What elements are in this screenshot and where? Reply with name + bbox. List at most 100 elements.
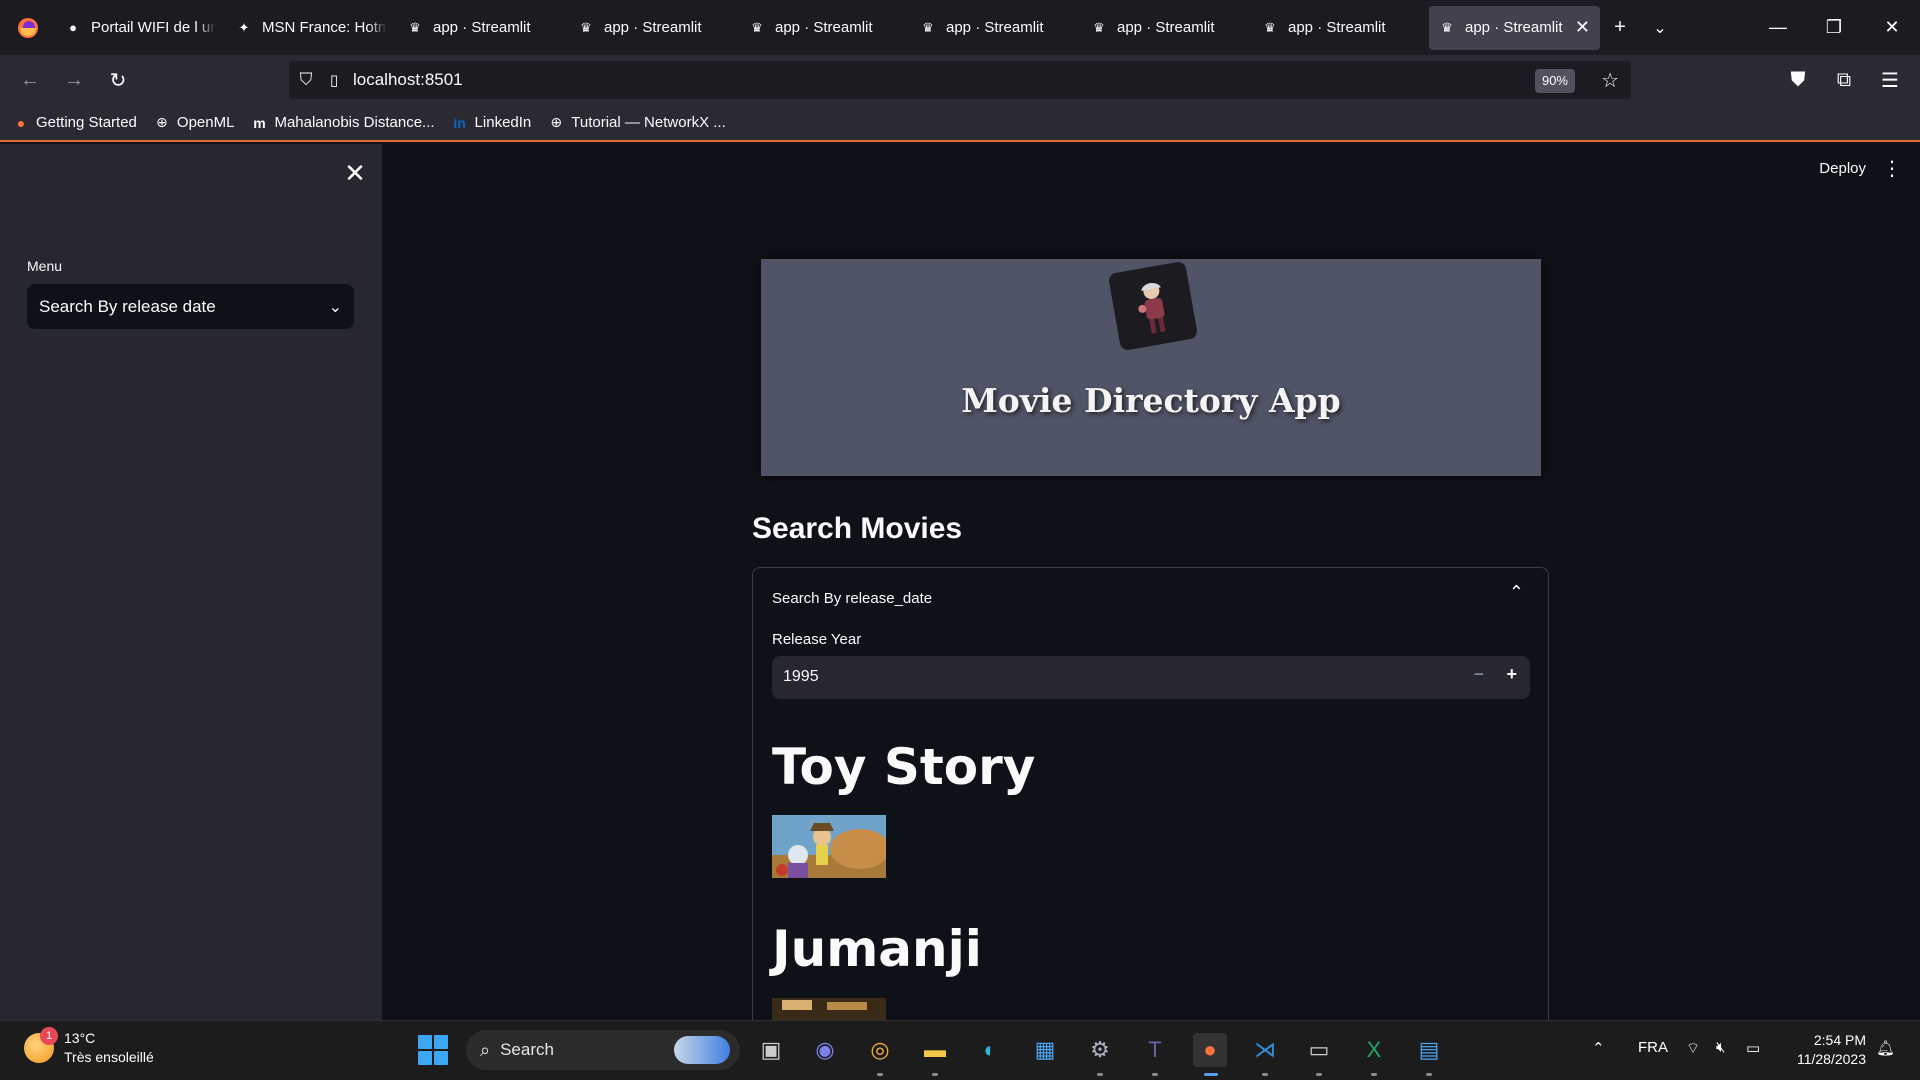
settings-gear-icon[interactable]: ⚙ xyxy=(1083,1033,1117,1067)
search-expander: Search By release_date ⌃ Release Year 19… xyxy=(752,567,1549,1037)
streamlit-icon: ♛ xyxy=(409,19,421,35)
browser-tab-bar: ●Portail WIFI de l universite ✦MSN Franc… xyxy=(0,0,1920,55)
firefox-taskbar-icon[interactable]: ● xyxy=(1193,1033,1227,1067)
close-window-icon[interactable]: ✕ xyxy=(1864,0,1920,55)
file-explorer-icon[interactable]: ▬ xyxy=(918,1033,952,1067)
minimize-icon[interactable]: — xyxy=(1750,0,1806,55)
medium-icon: m xyxy=(253,114,266,131)
vscode-icon[interactable]: ⋊ xyxy=(1248,1033,1282,1067)
shield-icon[interactable]: ⛉ xyxy=(289,70,323,90)
weather-widget[interactable]: 1 13°C Très ensoleillé xyxy=(24,1027,154,1067)
language-indicator[interactable]: FRA xyxy=(1638,1039,1668,1056)
deploy-button[interactable]: Deploy xyxy=(1819,160,1866,177)
restore-icon[interactable]: ❐ xyxy=(1806,0,1862,55)
bookmark-star-icon[interactable]: ☆ xyxy=(1601,68,1619,93)
excel-icon[interactable]: X xyxy=(1357,1033,1391,1067)
extensions-icon[interactable]: ⧉ xyxy=(1822,58,1866,102)
meet-icon[interactable]: ◉ xyxy=(808,1033,842,1067)
terminal-icon[interactable]: ▭ xyxy=(1302,1033,1336,1067)
bookmark-openml[interactable]: ⊕ OpenML xyxy=(153,114,234,132)
menu-select-value: Search By release date xyxy=(39,296,216,316)
tab-streamlit[interactable]: ♛ app · Streamlit xyxy=(910,6,1081,50)
navigation-bar: ← → ↻ ⛉ ▯ localhost:8501 90% ☆ ⛊ ⧉ ☰ xyxy=(0,55,1920,105)
new-tab-button[interactable]: + xyxy=(1600,8,1640,48)
msn-icon: ✦ xyxy=(238,19,250,35)
muted-speaker-icon[interactable]: 🔇︎ xyxy=(1716,1039,1725,1056)
url-bar[interactable]: ⛉ ▯ localhost:8501 90% ☆ xyxy=(289,61,1631,99)
menu-hamburger-icon[interactable]: ☰ xyxy=(1868,58,1912,102)
bookmark-networkx[interactable]: ⊕ Tutorial — NetworkX ... xyxy=(547,114,725,132)
clock-time: 2:54 PM xyxy=(1813,1032,1866,1048)
menu-label: Menu xyxy=(27,258,63,274)
bookmark-getting-started[interactable]: ● Getting Started xyxy=(12,114,137,132)
weather-temperature: 13°C xyxy=(64,1030,96,1046)
windows-taskbar: 1 13°C Très ensoleillé ⌕ Search ▣ ◉ ◎ ▬ … xyxy=(0,1020,1920,1080)
bookmark-linkedin[interactable]: in LinkedIn xyxy=(451,114,531,132)
notifications-icon[interactable]: 🔔︎ xyxy=(1876,1039,1895,1057)
close-sidebar-icon[interactable]: ✕ xyxy=(340,158,370,188)
tab-streamlit[interactable]: ♛ app · Streamlit xyxy=(568,6,739,50)
reload-icon[interactable]: ↻ xyxy=(96,58,140,102)
chevron-down-icon: ⌄ xyxy=(328,298,342,316)
url-text[interactable]: localhost:8501 xyxy=(353,70,463,90)
tab-streamlit[interactable]: ♛ app · Streamlit xyxy=(739,6,910,50)
release-year-label: Release Year xyxy=(772,631,862,648)
bookmarks-toolbar: ● Getting Started ⊕ OpenML m Mahalanobis Di… xyxy=(0,105,1920,142)
increment-button[interactable]: + xyxy=(1506,664,1517,685)
task-view-icon[interactable]: ▣ xyxy=(754,1033,788,1067)
release-year-value[interactable]: 1995 xyxy=(783,668,819,686)
wifi-icon[interactable]: ⌔ xyxy=(1686,1039,1700,1058)
movie-title: Jumanji xyxy=(772,920,982,978)
tab-streamlit-active[interactable]: ♛ app · Streamlit ✕ xyxy=(1429,5,1600,50)
edge-icon[interactable]: ◐ xyxy=(973,1033,1007,1067)
chevron-up-icon[interactable]: ⌃ xyxy=(1509,582,1524,603)
tab-streamlit[interactable]: ♛ app · Streamlit xyxy=(397,6,568,50)
tab-streamlit[interactable]: ♛ app · Streamlit xyxy=(1081,6,1252,50)
hero-banner: Movie Directory App xyxy=(761,259,1541,476)
sidebar: ✕ Menu Search By release date ⌄ xyxy=(0,144,382,1020)
bookmark-mahalanobis[interactable]: m Mahalanobis Distance... xyxy=(250,114,434,132)
search-label: Search xyxy=(500,1040,554,1059)
release-year-input[interactable]: 1995 − + xyxy=(772,656,1530,699)
list-tabs-chevron-icon[interactable]: ⌄ xyxy=(1640,8,1680,48)
streamlit-icon: ♛ xyxy=(922,19,934,35)
streamlit-icon: ♛ xyxy=(1093,19,1105,35)
teams-icon[interactable]: T xyxy=(1138,1033,1172,1067)
streamlit-icon: ♛ xyxy=(580,19,592,35)
notepad-icon[interactable]: ▤ xyxy=(1412,1033,1446,1067)
show-hidden-icons-chevron-icon[interactable]: ⌃ xyxy=(1592,1039,1605,1057)
page-icon: ▯ xyxy=(329,72,339,89)
globe-icon: ● xyxy=(69,20,77,35)
decrement-button[interactable]: − xyxy=(1473,664,1484,685)
browser-app-icon[interactable]: ◎ xyxy=(863,1033,897,1067)
firefox-icon: ● xyxy=(16,114,26,131)
streamlit-icon: ♛ xyxy=(1264,19,1276,35)
tab-streamlit[interactable]: ♛ app · Streamlit xyxy=(1252,6,1423,50)
expander-header[interactable]: Search By release_date xyxy=(772,590,932,607)
menu-select[interactable]: Search By release date ⌄ xyxy=(27,284,354,329)
windows-start-icon[interactable] xyxy=(418,1035,448,1065)
section-title: Search Movies xyxy=(752,512,963,545)
streamlit-icon: ♛ xyxy=(751,19,763,35)
weather-description: Très ensoleillé xyxy=(64,1049,154,1065)
pocket-icon[interactable]: ⛊ xyxy=(1776,58,1820,102)
more-options-icon[interactable]: ⋮ xyxy=(1882,156,1902,181)
globe-icon: ⊕ xyxy=(550,114,563,130)
streamlit-icon: ♛ xyxy=(1441,19,1453,35)
firefox-icon[interactable] xyxy=(0,0,55,55)
tab-portail-wifi[interactable]: ●Portail WIFI de l universite xyxy=(55,6,226,50)
system-clock[interactable]: 2:54 PM 11/28/2023 xyxy=(1797,1031,1866,1069)
clock-date: 11/28/2023 xyxy=(1796,1051,1866,1067)
battery-icon[interactable]: ▭ xyxy=(1746,1039,1760,1057)
back-icon[interactable]: ← xyxy=(8,58,52,102)
close-tab-icon[interactable]: ✕ xyxy=(1575,17,1590,38)
forward-icon[interactable]: → xyxy=(52,58,96,102)
zoom-level[interactable]: 90% xyxy=(1534,69,1575,93)
search-highlight-icon xyxy=(674,1036,730,1064)
tab-msn[interactable]: ✦MSN France: Hotmail xyxy=(226,6,397,50)
taskbar-search[interactable]: ⌕ Search xyxy=(466,1030,740,1070)
search-icon: ⌕ xyxy=(480,1039,491,1060)
app-logo-image xyxy=(1107,260,1199,352)
store-icon[interactable]: ▦ xyxy=(1028,1033,1062,1067)
globe-icon: ⊕ xyxy=(156,114,168,130)
